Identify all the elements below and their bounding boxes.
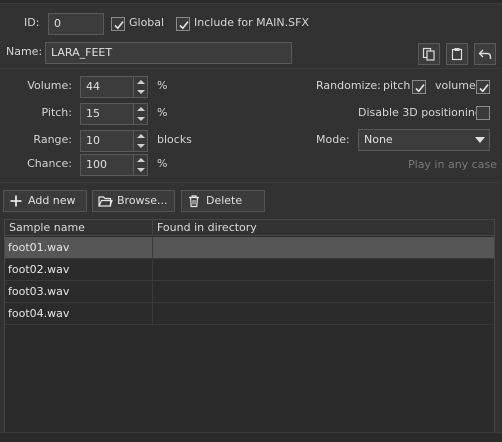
include-main-sfx-checkbox[interactable] — [176, 17, 190, 31]
randomize-label: Randomize: — [316, 79, 381, 92]
check-icon — [114, 21, 124, 30]
volume-label: Volume: — [27, 79, 72, 92]
id-label: ID: — [24, 16, 40, 29]
separator — [0, 68, 502, 69]
randomize-volume-label: volume — [435, 79, 476, 92]
browse-button[interactable]: Browse... — [92, 190, 175, 212]
table-row[interactable]: foot02.wav — [5, 259, 494, 281]
plus-icon — [10, 195, 22, 207]
randomize-pitch-label: pitch — [383, 79, 411, 92]
name-label: Name: — [6, 45, 43, 58]
directory-cell — [152, 259, 494, 280]
disable-3d-checkbox[interactable] — [476, 106, 490, 120]
arrow-up-icon[interactable] — [137, 134, 145, 138]
check-icon — [179, 21, 189, 30]
sample-name-cell: foot01.wav — [8, 241, 70, 254]
table-header: Sample name Found in directory — [5, 220, 494, 236]
chance-input[interactable]: 100 — [80, 154, 134, 176]
randomize-volume-checkbox[interactable] — [476, 80, 490, 94]
column-header-found-in-directory[interactable]: Found in directory — [152, 220, 494, 236]
include-main-sfx-label: Include for MAIN.SFX — [194, 16, 309, 29]
table-row[interactable]: foot01.wav — [5, 237, 494, 259]
samples-table[interactable]: Sample name Found in directory foot01.wa… — [4, 219, 495, 435]
paste-button[interactable] — [446, 43, 468, 65]
add-new-label: Add new — [28, 194, 76, 207]
range-unit: blocks — [157, 133, 192, 146]
pitch-unit: % — [157, 106, 168, 119]
chance-spinner[interactable] — [134, 154, 148, 176]
pitch-spinner[interactable] — [134, 103, 148, 125]
arrow-down-icon[interactable] — [137, 144, 145, 148]
name-field[interactable]: LARA_FEET — [45, 42, 292, 64]
separator — [0, 182, 502, 183]
arrow-down-icon[interactable] — [137, 90, 145, 94]
delete-button[interactable]: Delete — [181, 190, 265, 212]
delete-label: Delete — [206, 194, 243, 207]
chevron-down-icon[interactable] — [475, 137, 485, 143]
table-row[interactable]: foot03.wav — [5, 281, 494, 303]
mode-dropdown[interactable]: None — [358, 129, 490, 151]
copy-button[interactable] — [418, 43, 440, 65]
directory-cell — [152, 281, 494, 302]
chance-label: Chance: — [27, 157, 72, 170]
sample-name-cell: foot03.wav — [8, 285, 70, 298]
pitch-label: Pitch: — [41, 106, 73, 119]
arrow-up-icon[interactable] — [137, 80, 145, 84]
volume-input[interactable]: 44 — [80, 76, 134, 98]
undo-button[interactable] — [474, 43, 496, 65]
check-icon — [479, 84, 489, 93]
arrow-down-icon[interactable] — [137, 168, 145, 172]
undo-icon — [478, 49, 492, 59]
trash-icon — [189, 195, 199, 208]
volume-spinner[interactable] — [134, 76, 148, 98]
arrow-up-icon[interactable] — [137, 107, 145, 111]
directory-cell — [152, 237, 494, 258]
sample-name-cell: foot02.wav — [8, 263, 70, 276]
range-label: Range: — [33, 133, 72, 146]
column-header-sample-name[interactable]: Sample name — [5, 220, 152, 236]
volume-unit: % — [157, 79, 168, 92]
browse-label: Browse... — [117, 194, 168, 207]
global-checkbox[interactable] — [111, 17, 125, 31]
table-row[interactable]: foot04.wav — [5, 303, 494, 325]
check-icon — [415, 84, 425, 93]
chance-unit: % — [157, 157, 168, 170]
arrow-up-icon[interactable] — [137, 158, 145, 162]
mode-hint: Play in any case — [408, 158, 497, 171]
range-spinner[interactable] — [134, 130, 148, 152]
global-label: Global — [129, 16, 165, 29]
mode-value: None — [364, 133, 393, 146]
sample-name-cell: foot04.wav — [8, 307, 70, 320]
arrow-down-icon[interactable] — [137, 117, 145, 121]
add-new-button[interactable]: Add new — [3, 190, 87, 212]
clipboard-icon — [451, 48, 463, 61]
randomize-pitch-checkbox[interactable] — [412, 80, 426, 94]
folder-icon — [98, 196, 113, 207]
directory-cell — [152, 303, 494, 324]
disable-3d-label: Disable 3D positioning — [358, 106, 482, 119]
mode-label: Mode: — [316, 133, 350, 146]
pitch-input[interactable]: 15 — [80, 103, 134, 125]
range-input[interactable]: 10 — [80, 130, 134, 152]
id-field[interactable]: 0 — [48, 13, 104, 35]
top-edge — [0, 0, 502, 4]
bottom-bar — [0, 432, 502, 442]
copy-icon — [422, 47, 435, 61]
